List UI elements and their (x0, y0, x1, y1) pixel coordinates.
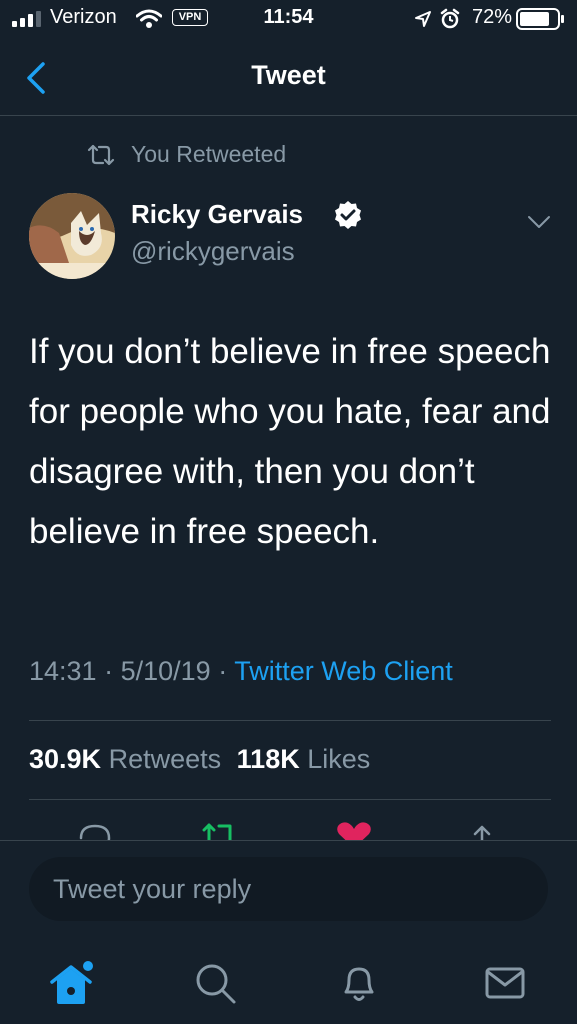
page-title: Tweet (251, 60, 326, 90)
meta-separator: · (104, 656, 114, 686)
notifications-icon[interactable] (334, 958, 384, 1008)
chevron-down-icon[interactable] (525, 208, 553, 236)
reply-input[interactable] (29, 857, 548, 921)
retweets-count[interactable]: 30.9K (29, 744, 101, 774)
tweet-actions (0, 812, 577, 840)
battery-icon (516, 8, 564, 30)
location-icon (415, 11, 431, 27)
tweet-time: 14:31 (29, 656, 97, 686)
search-icon[interactable] (190, 958, 240, 1008)
retweets-label[interactable]: Retweets (109, 744, 222, 774)
home-icon[interactable] (46, 958, 96, 1008)
messages-icon[interactable] (480, 958, 530, 1008)
retweet-context-label: You Retweeted (131, 141, 287, 167)
avatar[interactable] (29, 193, 115, 279)
alarm-icon (440, 8, 460, 29)
reply-bar (0, 840, 577, 938)
tweet-stats: 30.9K Retweets 118K Likes (29, 744, 370, 775)
avatar-image (29, 193, 115, 279)
like-icon[interactable] (334, 820, 374, 840)
tweet-client-link[interactable]: Twitter Web Client (234, 656, 453, 686)
verified-badge-icon (335, 201, 361, 229)
retweet-action-icon[interactable] (200, 820, 240, 840)
likes-label[interactable]: Likes (307, 744, 370, 774)
meta-separator: · (218, 656, 228, 686)
retweet-icon (87, 144, 115, 166)
battery-percent: 72% (472, 6, 513, 28)
nav-bar: Tweet (0, 40, 577, 116)
reply-icon[interactable] (75, 820, 115, 840)
tweet-date: 5/10/19 (120, 656, 211, 686)
author-name[interactable]: Ricky Gervais (131, 199, 303, 230)
share-icon[interactable] (462, 820, 502, 840)
tweet-meta: 14:31 · 5/10/19 · Twitter Web Client (29, 656, 453, 687)
tab-bar (0, 940, 577, 1024)
author-handle[interactable]: @rickygervais (131, 236, 295, 267)
divider (29, 720, 551, 721)
divider (29, 799, 551, 800)
likes-count[interactable]: 118K (237, 744, 300, 774)
status-bar: Verizon VPN 11:54 72% (0, 0, 577, 40)
tweet-text: If you don’t believe in free speech for … (29, 332, 551, 551)
